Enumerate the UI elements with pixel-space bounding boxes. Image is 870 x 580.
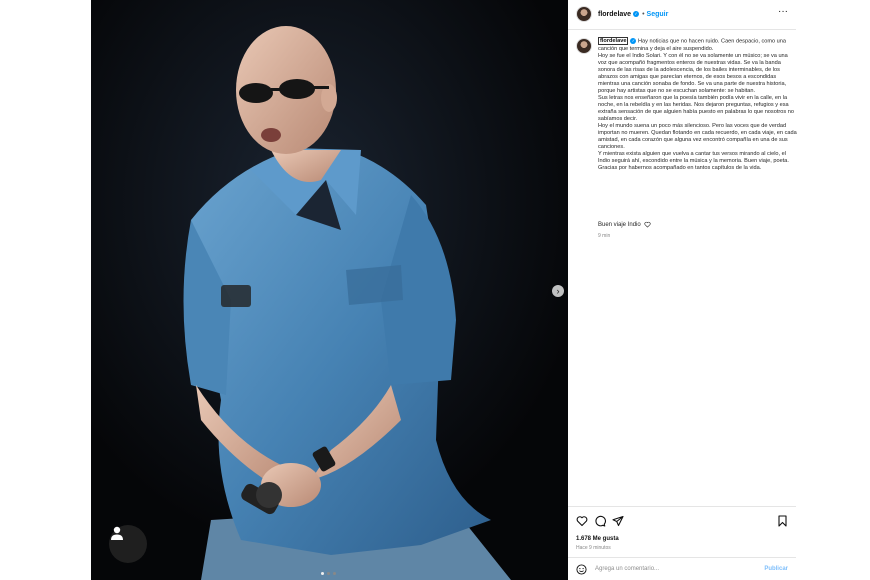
post-time: Hace 9 minutos bbox=[576, 545, 611, 551]
comment-time: 9 min bbox=[598, 233, 611, 239]
emoji-icon[interactable] bbox=[576, 563, 587, 575]
like-count[interactable]: 1.678 Me gusta bbox=[576, 536, 619, 542]
comment-input[interactable]: Agrega un comentario... bbox=[595, 566, 764, 572]
caption-text: flordelave ✓ Hay noticias que no hacen ru… bbox=[598, 37, 798, 172]
post-sidebar: flordelave ✓ • Seguir ··· flordelave ✓ Ha… bbox=[568, 0, 798, 580]
separator-dot: • bbox=[642, 10, 645, 18]
comment-text: Buen viaje Indio bbox=[598, 221, 641, 228]
heart-icon[interactable] bbox=[576, 515, 588, 527]
caption-paragraph: Hoy se fue el Indio Solari. Y con él no … bbox=[598, 52, 788, 94]
publish-button[interactable]: Publicar bbox=[764, 566, 788, 572]
caption-paragraph: Y mientras exista alguien que vuelva a c… bbox=[598, 151, 789, 172]
next-arrow-icon[interactable]: › bbox=[552, 285, 564, 297]
carousel-dot bbox=[327, 572, 330, 575]
comment-composer: Agrega un comentario... Publicar bbox=[568, 558, 796, 580]
comment: Buen viaje Indio bbox=[598, 221, 651, 228]
photo-illustration bbox=[91, 0, 568, 580]
caption-paragraph: Hoy el mundo suena un poco más silencios… bbox=[598, 123, 797, 151]
carousel-dot bbox=[321, 572, 324, 575]
caption-avatar[interactable] bbox=[576, 38, 592, 54]
post-header: flordelave ✓ • Seguir ··· bbox=[568, 0, 796, 28]
follow-button[interactable]: Seguir bbox=[647, 11, 669, 18]
verified-icon: ✓ bbox=[633, 11, 640, 17]
user-tag-icon[interactable] bbox=[109, 525, 147, 563]
caption-username[interactable]: flordelave bbox=[598, 37, 629, 46]
verified-icon: ✓ bbox=[630, 38, 637, 44]
comment-icon[interactable] bbox=[594, 515, 606, 527]
caption-paragraph: Sus letras nos enseñaron que la poesía t… bbox=[598, 94, 794, 122]
divider bbox=[568, 29, 796, 30]
bookmark-icon[interactable] bbox=[777, 515, 788, 527]
comment-like-icon[interactable] bbox=[644, 221, 651, 228]
instagram-post: › flordelave ✓ • Seguir ··· flordelave ✓… bbox=[91, 0, 798, 580]
carousel-dots bbox=[321, 572, 336, 575]
more-icon[interactable]: ··· bbox=[778, 7, 788, 17]
author-username[interactable]: flordelave bbox=[598, 11, 631, 18]
share-icon[interactable] bbox=[612, 515, 624, 527]
post-photo[interactable]: › bbox=[91, 0, 568, 580]
carousel-dot bbox=[333, 572, 336, 575]
divider bbox=[568, 506, 796, 507]
action-bar bbox=[576, 515, 788, 529]
avatar[interactable] bbox=[576, 6, 592, 22]
